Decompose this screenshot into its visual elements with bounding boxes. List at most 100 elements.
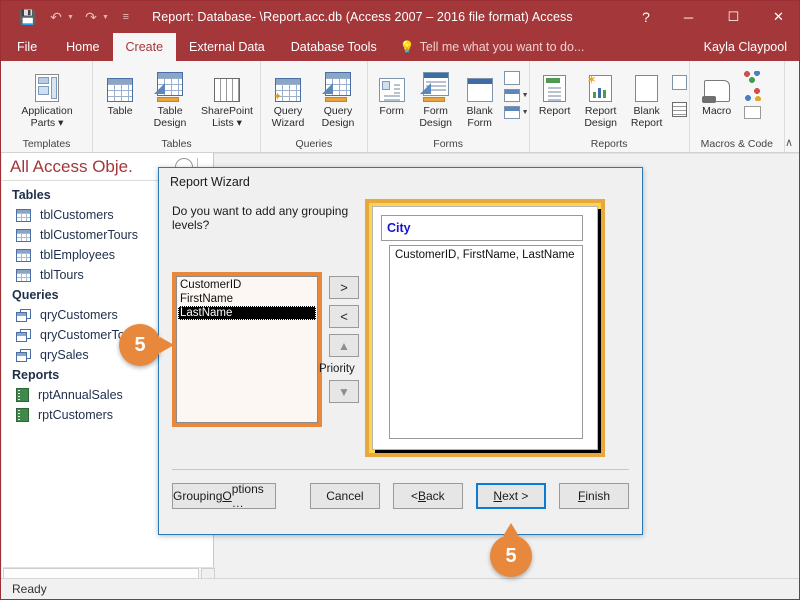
report-design-button[interactable]: ✶ Report Design (578, 66, 624, 131)
ribbon-group-forms: Form Form Design Blank Form ▼ ▼ Forms (368, 61, 530, 152)
labels-icon (671, 102, 687, 117)
form-design-icon (419, 68, 449, 102)
remove-field-button[interactable]: < (329, 305, 359, 328)
nav-item-label: tblCustomers (40, 208, 114, 222)
nav-item-label: rptAnnualSales (38, 388, 123, 402)
undo-dropdown-icon[interactable]: ▼ (67, 14, 74, 21)
report-wizard-icon (671, 75, 687, 90)
macro-icon (701, 68, 730, 103)
table-object-icon (16, 228, 31, 242)
form-design-button[interactable]: Form Design (414, 66, 458, 131)
form-button[interactable]: Form (370, 66, 414, 119)
help-icon[interactable]: ? (626, 1, 666, 33)
dialog-prompt: Do you want to add any grouping levels? (172, 204, 349, 232)
report-preview: City CustomerID, FirstName, LastName (372, 206, 598, 450)
form-label: Form (379, 105, 404, 117)
more-forms-dropdown-icon[interactable]: ▼ (522, 109, 529, 116)
cancel-button[interactable]: Cancel (309, 482, 380, 509)
application-parts-icon (35, 68, 59, 102)
navigation-dropdown-icon[interactable]: ▼ (522, 92, 529, 99)
maximize-icon[interactable]: ☐ (711, 1, 756, 33)
query-wizard-button[interactable]: ✦ Query Wizard (263, 66, 313, 131)
class-module-button[interactable] (742, 105, 763, 120)
close-icon[interactable]: ✕ (756, 1, 799, 33)
form-wizard-button[interactable] (502, 70, 531, 86)
available-fields-list[interactable]: CustomerID FirstName LastName (176, 276, 318, 423)
ribbon-group-label-tables: Tables (161, 137, 192, 150)
application-parts-button[interactable]: Application Parts ▾ (3, 66, 91, 131)
report-wizard-button[interactable] (670, 74, 689, 91)
button-accelerator: F (578, 488, 586, 503)
button-text: Cancel (326, 488, 364, 503)
user-account[interactable]: Kayla Claypool (704, 33, 799, 61)
nav-item-label: tblTours (40, 268, 84, 282)
ribbon-group-macros-code: Macro Macros & Code (690, 61, 785, 152)
list-item[interactable]: CustomerID (178, 278, 316, 292)
grouping-options-button[interactable]: Grouping Options … (172, 482, 276, 510)
window-controls: ? ─ ☐ ✕ (626, 1, 799, 33)
back-button[interactable]: < Back (392, 482, 463, 509)
query-design-button[interactable]: Query Design (313, 66, 363, 131)
report-button[interactable]: Report (532, 66, 578, 119)
priority-up-button[interactable]: ▲ (329, 334, 359, 357)
list-item[interactable]: FirstName (178, 292, 316, 306)
query-wizard-label: Query Wizard (271, 105, 305, 129)
sharepoint-lists-label: SharePoint Lists ▾ (201, 105, 253, 129)
table-label: Table (107, 105, 133, 117)
navigation-icon (503, 89, 520, 102)
list-item-selected[interactable]: LastName (178, 306, 316, 320)
nav-item-label: rptCustomers (38, 408, 114, 422)
sharepoint-lists-icon (214, 68, 240, 102)
undo-icon[interactable]: ↶ (43, 5, 69, 29)
collapse-ribbon-icon[interactable]: ∧ (785, 136, 799, 152)
macro-button[interactable]: Macro (692, 66, 742, 119)
ribbon-group-label-macros-code: Macros & Code (700, 137, 773, 150)
blank-form-label: Blank Form (466, 105, 493, 129)
macros-small-buttons (742, 66, 763, 120)
report-design-icon: ✶ (586, 68, 613, 102)
add-field-button[interactable]: > (329, 276, 359, 299)
more-forms-icon (503, 106, 520, 119)
labels-button[interactable] (670, 101, 689, 118)
window-title: Report: Database- \Report.acc.db (Access… (152, 10, 573, 24)
tab-home[interactable]: Home (53, 33, 112, 61)
minimize-icon[interactable]: ─ (666, 1, 711, 33)
table-button[interactable]: Table (95, 66, 145, 119)
nav-item-label: qrySales (40, 348, 89, 362)
callout-number: 5 (505, 544, 517, 567)
priority-down-button[interactable]: ▼ (329, 380, 359, 403)
class-module-icon (743, 106, 761, 119)
blank-form-button[interactable]: Blank Form (458, 66, 502, 131)
tell-me-label: Tell me what you want to do... (419, 40, 585, 54)
report-label: Report (538, 105, 571, 117)
blank-report-button[interactable]: Blank Report (624, 66, 670, 131)
ribbon-group-label-templates: Templates (22, 137, 71, 150)
table-design-button[interactable]: Table Design (145, 66, 195, 131)
tab-database-tools[interactable]: Database Tools (278, 33, 390, 61)
field-mover-buttons: > < ▲ Priority ▼ (319, 276, 369, 409)
ribbon-group-queries: ✦ Query Wizard Query Design Queries (261, 61, 368, 152)
navigation-button[interactable]: ▼ (502, 88, 531, 103)
table-object-icon (16, 248, 31, 262)
preview-detail-fields: CustomerID, FirstName, LastName (389, 245, 583, 439)
sharepoint-lists-button[interactable]: SharePoint Lists ▾ (195, 66, 259, 131)
dialog-button-row: Grouping Options … Cancel < Back Next > … (172, 482, 629, 510)
visual-basic-button[interactable] (742, 70, 763, 84)
blank-report-label: Blank Report (630, 105, 663, 129)
tab-file[interactable]: File (1, 33, 53, 61)
table-design-icon (154, 68, 183, 102)
finish-button[interactable]: Finish (559, 482, 629, 509)
query-design-icon (322, 68, 351, 102)
tab-create[interactable]: Create (112, 33, 177, 61)
report-object-icon (16, 388, 29, 402)
tell-me-box[interactable]: 💡 Tell me what you want to do... (390, 33, 595, 61)
query-design-label: Query Design (321, 105, 355, 129)
more-forms-button[interactable]: ▼ (502, 105, 531, 120)
button-accelerator: N (493, 488, 503, 503)
ribbon-tab-strip: File Home Create External Data Database … (1, 33, 799, 61)
tab-external-data[interactable]: External Data (176, 33, 278, 61)
dialog-separator (172, 469, 629, 470)
save-icon[interactable]: 💾 (15, 5, 41, 29)
module-button[interactable] (742, 87, 763, 102)
next-button[interactable]: Next > (475, 482, 547, 509)
